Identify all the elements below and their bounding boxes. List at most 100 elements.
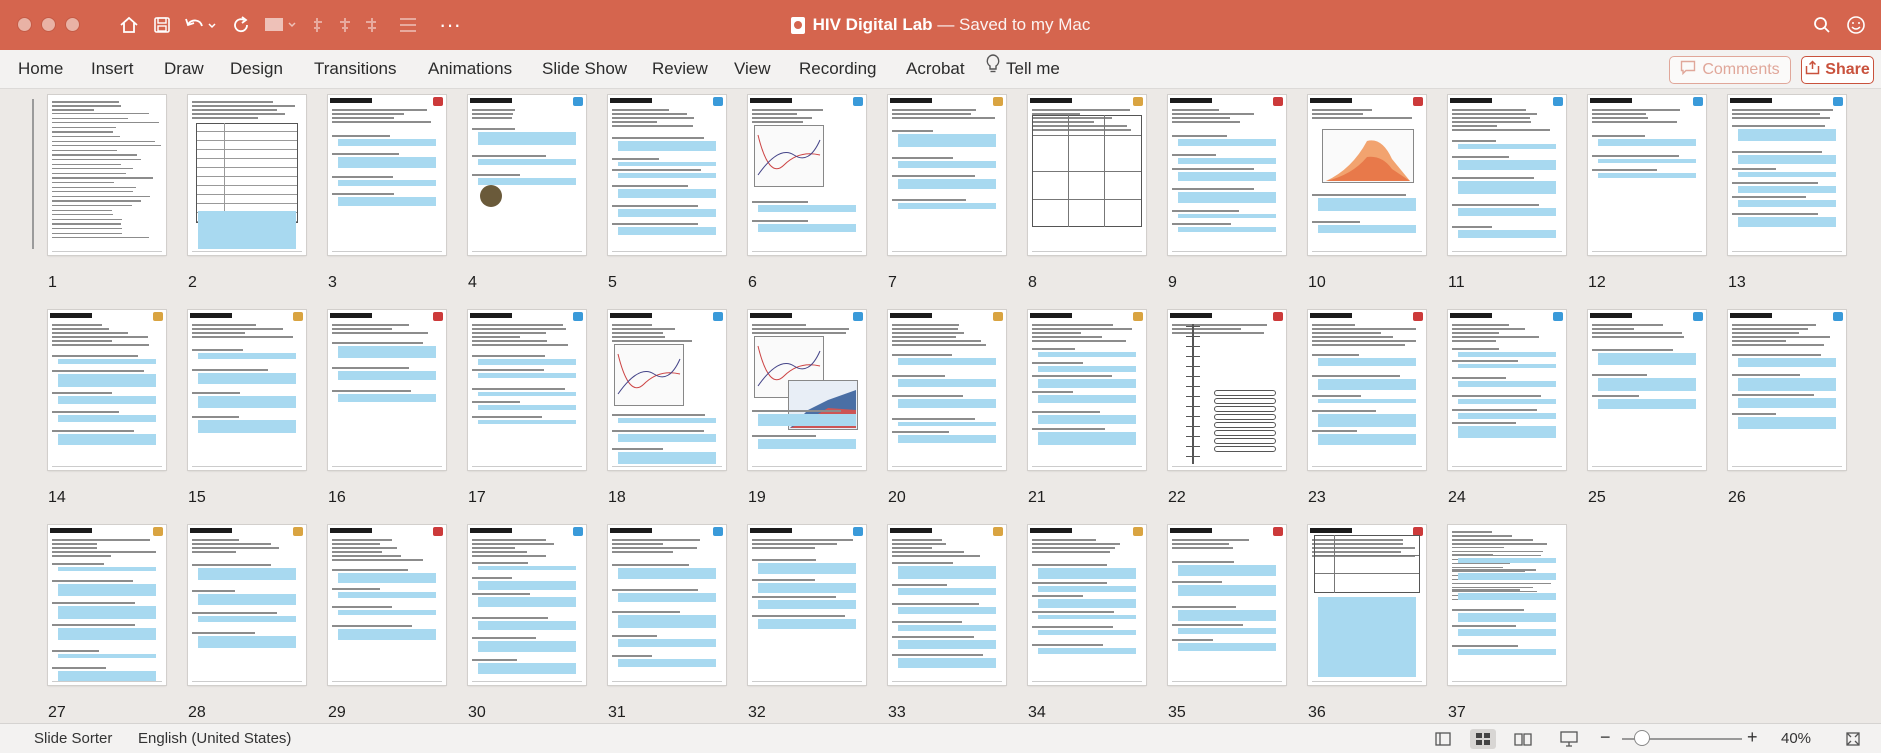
slide-thumbnail[interactable] bbox=[48, 310, 166, 470]
fit-slide-icon[interactable] bbox=[1840, 729, 1866, 749]
slide-header-bar bbox=[50, 313, 92, 318]
minimize-window-button[interactable] bbox=[41, 17, 56, 32]
slide-thumbnail[interactable] bbox=[1028, 310, 1146, 470]
tab-slide-show[interactable]: Slide Show bbox=[542, 50, 627, 88]
tab-review[interactable]: Review bbox=[652, 50, 708, 88]
save-icon[interactable] bbox=[149, 12, 175, 38]
slide-header-bar bbox=[470, 528, 512, 533]
tab-acrobat[interactable]: Acrobat bbox=[906, 50, 965, 88]
slide-number: 33 bbox=[888, 704, 906, 721]
slide-thumbnail[interactable] bbox=[1308, 525, 1426, 685]
slide-thumbnail[interactable] bbox=[1168, 95, 1286, 255]
slide-thumbnail[interactable] bbox=[468, 525, 586, 685]
reading-view-icon[interactable] bbox=[1510, 729, 1536, 749]
station-icon bbox=[1413, 312, 1423, 321]
tab-animations[interactable]: Animations bbox=[428, 50, 512, 88]
slide-thumbnail[interactable] bbox=[1028, 95, 1146, 255]
slide-thumbnail[interactable] bbox=[48, 525, 166, 685]
tab-transitions[interactable]: Transitions bbox=[314, 50, 397, 88]
slideshow-icon[interactable] bbox=[1556, 729, 1582, 749]
station-icon bbox=[573, 312, 583, 321]
slide-thumbnail[interactable] bbox=[888, 310, 1006, 470]
slide-thumbnail[interactable] bbox=[608, 95, 726, 255]
slide-header-bar bbox=[610, 528, 652, 533]
ribbon-tabs: Home Insert Draw Design Transitions Anim… bbox=[0, 50, 1881, 89]
slide-thumbnail[interactable] bbox=[888, 95, 1006, 255]
tab-design[interactable]: Design bbox=[230, 50, 283, 88]
slide-thumbnail[interactable] bbox=[888, 525, 1006, 685]
slide-number: 1 bbox=[48, 274, 57, 291]
slide-thumbnail[interactable] bbox=[1728, 310, 1846, 470]
station-icon bbox=[853, 97, 863, 106]
share-button[interactable]: Share bbox=[1801, 56, 1874, 84]
slide-header-bar bbox=[1030, 528, 1072, 533]
slide-header-bar bbox=[1310, 313, 1352, 318]
station-icon bbox=[433, 527, 443, 536]
slide-thumbnail[interactable] bbox=[1448, 310, 1566, 470]
slide-thumbnail[interactable] bbox=[608, 310, 726, 470]
tab-draw[interactable]: Draw bbox=[164, 50, 204, 88]
zoom-level[interactable]: 40% bbox=[1781, 730, 1811, 747]
slide-number: 21 bbox=[1028, 489, 1046, 506]
slide-thumbnail[interactable] bbox=[328, 310, 446, 470]
station-icon bbox=[1553, 312, 1563, 321]
slide-thumbnail[interactable] bbox=[328, 95, 446, 255]
slide-thumbnail[interactable] bbox=[1448, 95, 1566, 255]
search-icon[interactable] bbox=[1809, 12, 1835, 38]
slide-sorter-icon[interactable] bbox=[1470, 729, 1496, 749]
slide-thumbnail[interactable] bbox=[1308, 95, 1426, 255]
normal-view-icon[interactable] bbox=[1430, 729, 1456, 749]
slide-number: 25 bbox=[1588, 489, 1606, 506]
station-icon bbox=[153, 312, 163, 321]
slide-number: 26 bbox=[1728, 489, 1746, 506]
comments-button[interactable]: Comments bbox=[1669, 56, 1791, 84]
station-icon bbox=[433, 97, 443, 106]
zoom-window-button[interactable] bbox=[65, 17, 80, 32]
slide-thumbnail[interactable] bbox=[1588, 310, 1706, 470]
slide-number: 2 bbox=[188, 274, 197, 291]
tab-home[interactable]: Home bbox=[18, 50, 63, 88]
smiley-icon[interactable] bbox=[1843, 12, 1869, 38]
slide-thumbnail[interactable] bbox=[1728, 95, 1846, 255]
slide-thumbnail[interactable] bbox=[188, 310, 306, 470]
slide-thumbnail[interactable] bbox=[328, 525, 446, 685]
slide-thumbnail[interactable] bbox=[748, 95, 866, 255]
zoom-in-button[interactable]: + bbox=[1747, 727, 1758, 748]
undo-icon[interactable] bbox=[182, 12, 218, 38]
slide-thumbnail[interactable] bbox=[1168, 525, 1286, 685]
close-window-button[interactable] bbox=[17, 17, 32, 32]
zoom-slider-handle[interactable] bbox=[1634, 730, 1650, 746]
slide-thumbnail[interactable] bbox=[1588, 95, 1706, 255]
slide-number: 22 bbox=[1168, 489, 1186, 506]
tab-recording[interactable]: Recording bbox=[799, 50, 877, 88]
slide-thumbnail[interactable] bbox=[748, 310, 866, 470]
language-label[interactable]: English (United States) bbox=[138, 730, 291, 747]
slide-thumbnail[interactable] bbox=[1308, 310, 1426, 470]
slide-thumbnail[interactable] bbox=[468, 95, 586, 255]
slide-header-bar bbox=[330, 313, 372, 318]
slide-thumbnail[interactable] bbox=[188, 525, 306, 685]
slide-number: 19 bbox=[748, 489, 766, 506]
present-icon[interactable] bbox=[262, 12, 302, 38]
zoom-out-button[interactable]: − bbox=[1600, 727, 1611, 748]
slide-number: 6 bbox=[748, 274, 757, 291]
tab-insert[interactable]: Insert bbox=[91, 50, 134, 88]
slide-thumbnail[interactable] bbox=[1028, 525, 1146, 685]
tab-view[interactable]: View bbox=[734, 50, 771, 88]
slide-thumbnail[interactable] bbox=[48, 95, 166, 255]
tell-me-search[interactable]: Tell me bbox=[986, 50, 1060, 88]
slide-thumbnail[interactable] bbox=[188, 95, 306, 255]
slide-thumbnail[interactable] bbox=[608, 525, 726, 685]
station-icon bbox=[1693, 97, 1703, 106]
more-icon[interactable]: ··· bbox=[437, 12, 463, 38]
station-icon bbox=[1833, 97, 1843, 106]
slide-thumbnail[interactable] bbox=[1448, 525, 1566, 685]
redo-icon[interactable] bbox=[228, 12, 254, 38]
slide-thumbnail[interactable] bbox=[468, 310, 586, 470]
home-icon[interactable] bbox=[116, 12, 142, 38]
align-tools bbox=[312, 12, 422, 38]
slide-header-bar bbox=[1030, 98, 1072, 103]
insertion-marker bbox=[32, 99, 34, 249]
slide-thumbnail[interactable] bbox=[748, 525, 866, 685]
slide-thumbnail[interactable] bbox=[1168, 310, 1286, 470]
